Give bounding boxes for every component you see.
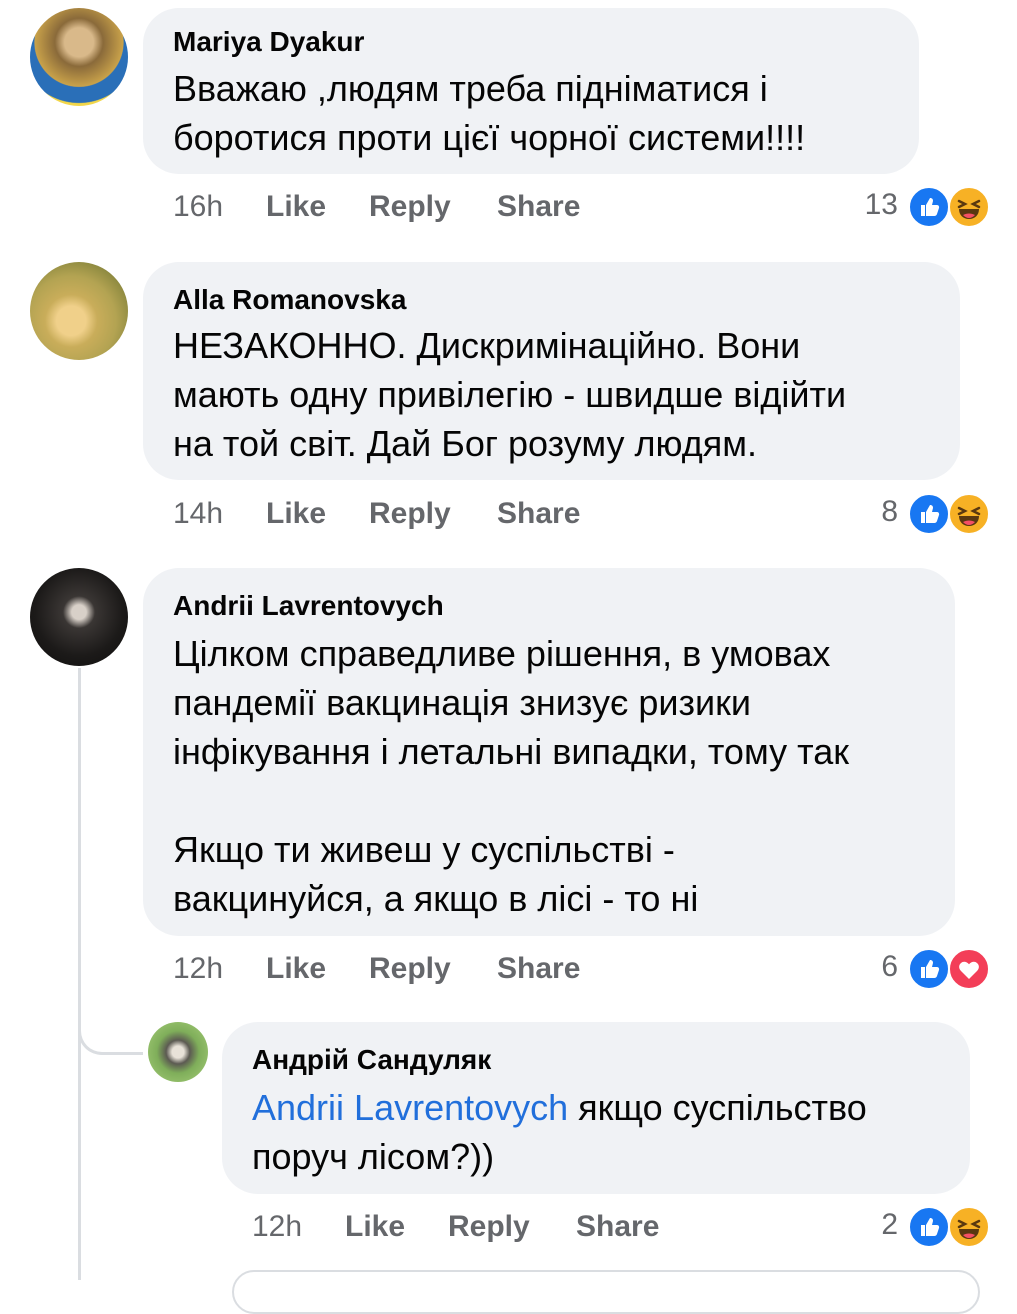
like-icon [908, 186, 950, 228]
haha-icon [948, 186, 990, 228]
like-button[interactable]: Like [345, 1210, 405, 1244]
comment-time[interactable]: 14h [173, 497, 223, 531]
share-button[interactable]: Share [576, 1210, 659, 1244]
reply-button[interactable]: Reply [448, 1210, 530, 1244]
like-icon [908, 948, 950, 990]
avatar[interactable] [30, 262, 128, 360]
reply-comment: Андрій Сандуляк Andrii Lavrentovych якщо… [0, 1010, 1017, 1280]
haha-icon [948, 1206, 990, 1248]
reply-text-line2: поруч лісом?)) [252, 1136, 495, 1177]
comment-time[interactable]: 16h [173, 190, 223, 224]
haha-icon [948, 493, 990, 535]
love-icon [948, 948, 990, 990]
comment: Mariya Dyakur Вважаю ,людям треба піднім… [0, 0, 1017, 240]
share-button[interactable]: Share [497, 497, 580, 531]
comment-text: НЕЗАКОННО. Дискримінаційно. Вони мають о… [173, 325, 847, 464]
like-button[interactable]: Like [266, 497, 326, 531]
reply-button[interactable]: Reply [369, 952, 451, 986]
reply-input-edge[interactable] [232, 1270, 980, 1314]
reply-button[interactable]: Reply [369, 190, 451, 224]
reply-text-line1: якщо суспільство [568, 1087, 867, 1128]
comment: Alla Romanovska НЕЗАКОННО. Дискримінацій… [0, 250, 1017, 550]
comment-author[interactable]: Андрій Сандуляк [252, 1044, 491, 1076]
reaction-summary[interactable]: 6 [840, 948, 990, 990]
reaction-count: 6 [881, 950, 898, 983]
comment-text: Цілком справедливе рішення, в умовах пан… [173, 633, 849, 919]
comment-author[interactable]: Alla Romanovska [173, 284, 406, 316]
like-button[interactable]: Like [266, 952, 326, 986]
reaction-summary[interactable]: 13 [840, 186, 990, 228]
comment-time[interactable]: 12h [252, 1210, 302, 1244]
mention-link[interactable]: Andrii Lavrentovych [252, 1087, 568, 1128]
reply-button[interactable]: Reply [369, 497, 451, 531]
comment-author[interactable]: Mariya Dyakur [173, 26, 364, 58]
share-button[interactable]: Share [497, 190, 580, 224]
comment-text: Вважаю ,людям треба підніматися і бороти… [173, 68, 806, 158]
reaction-count: 13 [864, 188, 898, 221]
avatar[interactable] [30, 8, 128, 106]
share-button[interactable]: Share [497, 952, 580, 986]
comment-time[interactable]: 12h [173, 952, 223, 986]
comment-author[interactable]: Andrii Lavrentovych [173, 590, 444, 622]
like-button[interactable]: Like [266, 190, 326, 224]
reaction-count: 2 [881, 1208, 898, 1241]
like-icon [908, 1206, 950, 1248]
comment: Andrii Lavrentovych Цілком справедливе р… [0, 560, 1017, 1000]
like-icon [908, 493, 950, 535]
comment-text: Andrii Lavrentovych якщо суспільство пор… [252, 1083, 867, 1181]
avatar[interactable] [30, 568, 128, 666]
reaction-summary[interactable]: 8 [840, 493, 990, 535]
avatar[interactable] [148, 1022, 208, 1082]
reaction-summary[interactable]: 2 [840, 1206, 990, 1248]
reaction-count: 8 [881, 495, 898, 528]
